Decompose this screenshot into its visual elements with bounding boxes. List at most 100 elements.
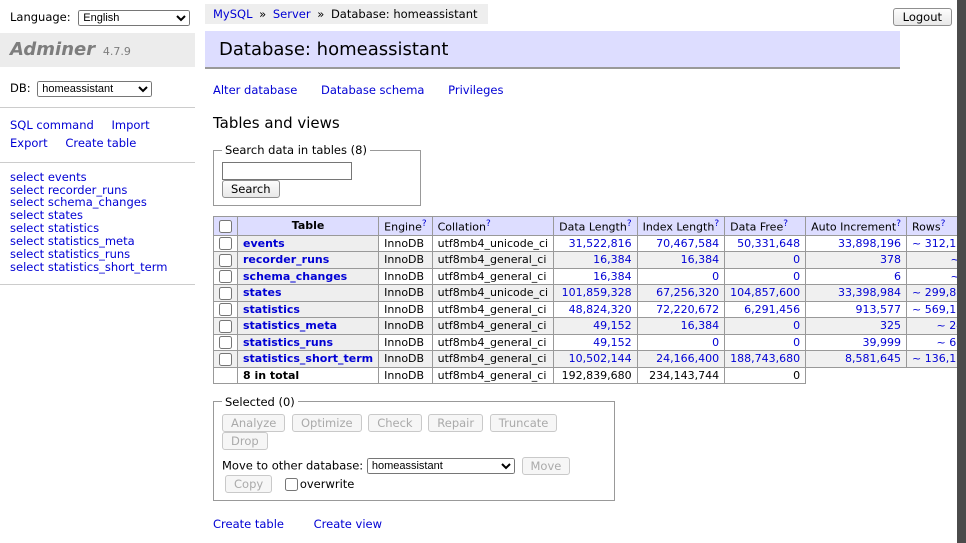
breadcrumb-mysql-link[interactable]: MySQL <box>213 7 253 21</box>
row-checkbox[interactable] <box>219 353 232 366</box>
data-free-link[interactable]: 0 <box>793 336 800 349</box>
index-length-link[interactable]: 16,384 <box>681 319 720 332</box>
auto-increment-link[interactable]: 325 <box>880 319 901 332</box>
index-length-link[interactable]: 24,166,400 <box>656 352 719 365</box>
repair-button[interactable]: Repair <box>428 414 483 432</box>
select-link[interactable]: select <box>10 208 44 222</box>
select-link[interactable]: select <box>10 234 44 248</box>
database-schema-link[interactable]: Database schema <box>321 83 424 97</box>
select-link[interactable]: select <box>10 195 44 209</box>
analyze-button[interactable]: Analyze <box>222 414 285 432</box>
auto-increment-link[interactable]: 33,898,196 <box>838 237 901 250</box>
row-checkbox[interactable] <box>219 320 232 333</box>
index-length-link[interactable]: 16,384 <box>681 253 720 266</box>
data-free-link[interactable]: 6,291,456 <box>744 303 800 316</box>
help-link-icon[interactable]: ? <box>486 219 491 229</box>
index-length-link[interactable]: 0 <box>712 270 719 283</box>
index-length-link[interactable]: 67,256,320 <box>656 286 719 299</box>
data-length-link[interactable]: 101,859,328 <box>562 286 632 299</box>
truncate-button[interactable]: Truncate <box>490 414 558 432</box>
data-free-link[interactable]: 0 <box>793 253 800 266</box>
auto-increment-link[interactable]: 39,999 <box>863 336 902 349</box>
data-free-link[interactable]: 0 <box>793 319 800 332</box>
db-select[interactable]: homeassistant <box>37 81 152 97</box>
table-name-link[interactable]: schema_changes <box>243 270 347 283</box>
select-link[interactable]: select <box>10 170 44 184</box>
table-link[interactable]: statistics_short_term <box>48 260 168 274</box>
breadcrumb-server-link[interactable]: Server <box>273 7 311 21</box>
row-checkbox[interactable] <box>219 237 232 250</box>
select-link[interactable]: select <box>10 183 44 197</box>
auto-increment-link[interactable]: 6 <box>894 270 901 283</box>
data-length-link[interactable]: 10,502,144 <box>569 352 632 365</box>
help-link-icon[interactable]: ? <box>627 219 632 229</box>
help-link-icon[interactable]: ? <box>896 219 901 229</box>
table-name-link[interactable]: statistics_short_term <box>243 352 373 365</box>
table-name-link[interactable]: recorder_runs <box>243 253 329 266</box>
table-link[interactable]: states <box>48 208 83 222</box>
auto-increment-link[interactable]: 913,577 <box>856 303 902 316</box>
create-view-link[interactable]: Create view <box>314 517 382 531</box>
table-name-link[interactable]: statistics <box>243 303 300 316</box>
table-link[interactable]: recorder_runs <box>48 183 128 197</box>
overwrite-checkbox[interactable] <box>285 478 298 491</box>
vertical-scrollbar[interactable] <box>957 0 966 543</box>
data-free-link[interactable]: 104,857,600 <box>730 286 800 299</box>
table-link[interactable]: events <box>48 170 87 184</box>
help-link-icon[interactable]: ? <box>422 219 427 229</box>
move-database-select[interactable]: homeassistant <box>367 458 515 474</box>
language-select[interactable]: English <box>78 10 190 26</box>
table-link[interactable]: statistics <box>48 221 99 235</box>
help-link-icon[interactable]: ? <box>714 219 719 229</box>
search-input[interactable] <box>222 162 352 180</box>
select-link[interactable]: select <box>10 247 44 261</box>
table-link[interactable]: statistics_meta <box>48 234 135 248</box>
logout-button[interactable]: Logout <box>893 8 952 26</box>
index-length-link[interactable]: 70,467,584 <box>656 237 719 250</box>
row-checkbox[interactable] <box>219 254 232 267</box>
data-length-link[interactable]: 16,384 <box>593 270 632 283</box>
table-name-link[interactable]: events <box>243 237 285 250</box>
row-checkbox[interactable] <box>219 287 232 300</box>
data-free-link[interactable]: 188,743,680 <box>730 352 800 365</box>
import-link[interactable]: Import <box>111 118 149 132</box>
help-link-icon[interactable]: ? <box>941 219 946 229</box>
table-name-link[interactable]: statistics_meta <box>243 319 337 332</box>
alter-database-link[interactable]: Alter database <box>213 83 297 97</box>
adminer-logo[interactable]: Adminer <box>10 39 95 60</box>
index-length-link[interactable]: 72,220,672 <box>656 303 719 316</box>
index-length-link[interactable]: 0 <box>712 336 719 349</box>
check-button[interactable]: Check <box>368 414 421 432</box>
table-name-link[interactable]: states <box>243 286 282 299</box>
table-link[interactable]: statistics_runs <box>48 247 130 261</box>
copy-button[interactable]: Copy <box>225 475 272 493</box>
search-button[interactable]: Search <box>222 180 280 198</box>
move-button[interactable]: Move <box>522 457 571 475</box>
row-checkbox[interactable] <box>219 303 232 316</box>
auto-increment-link[interactable]: 33,398,984 <box>838 286 901 299</box>
sql-command-link[interactable]: SQL command <box>10 118 94 132</box>
export-link[interactable]: Export <box>10 136 48 150</box>
data-length-link[interactable]: 48,824,320 <box>569 303 632 316</box>
data-length-link[interactable]: 49,152 <box>593 336 632 349</box>
data-length-link[interactable]: 16,384 <box>593 253 632 266</box>
data-length-link[interactable]: 31,522,816 <box>569 237 632 250</box>
table-link[interactable]: schema_changes <box>48 195 147 209</box>
row-checkbox[interactable] <box>219 270 232 283</box>
data-free-link[interactable]: 0 <box>793 270 800 283</box>
auto-increment-link[interactable]: 8,581,645 <box>845 352 901 365</box>
select-all-checkbox[interactable] <box>219 220 232 233</box>
select-link[interactable]: select <box>10 260 44 274</box>
drop-button[interactable]: Drop <box>222 432 268 450</box>
auto-increment-link[interactable]: 378 <box>880 253 901 266</box>
create-table-link-sidebar[interactable]: Create table <box>65 136 136 150</box>
optimize-button[interactable]: Optimize <box>292 414 362 432</box>
select-link[interactable]: select <box>10 221 44 235</box>
help-link-icon[interactable]: ? <box>783 219 788 229</box>
privileges-link[interactable]: Privileges <box>448 83 503 97</box>
row-checkbox[interactable] <box>219 336 232 349</box>
data-length-link[interactable]: 49,152 <box>593 319 632 332</box>
table-name-link[interactable]: statistics_runs <box>243 336 333 349</box>
create-table-link[interactable]: Create table <box>213 517 284 531</box>
data-free-link[interactable]: 50,331,648 <box>737 237 800 250</box>
